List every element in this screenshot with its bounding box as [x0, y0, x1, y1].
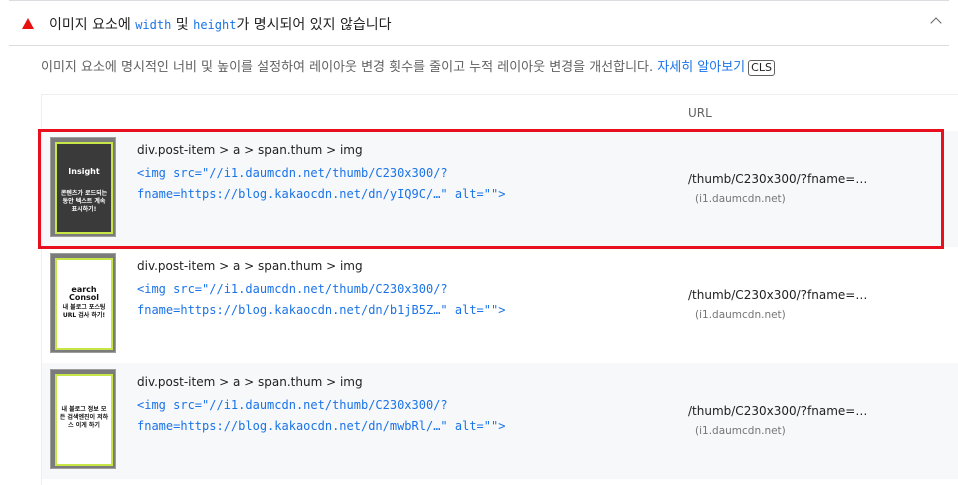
audit-title: 이미지 요소에 width 및 height가 명시되어 있지 않습니다 [49, 14, 391, 34]
node-selector: div.post-item > a > span.thum > img [137, 375, 363, 389]
table-row: Insight 콘텐츠가 로드되는 동안 텍스트 계속 표시하기! div.po… [42, 131, 958, 247]
cls-badge: CLS [748, 60, 775, 76]
audit-title-post: 가 명시되어 있지 않습니다 [236, 17, 392, 33]
url-host: (i1.daumcdn.net) [695, 309, 786, 321]
chevron-up-icon[interactable] [930, 17, 942, 29]
audit-title-pre: 이미지 요소에 [49, 17, 136, 33]
thumbnail-text: 콘텐츠가 로드되는 동안 텍스트 계속 표시하기! [60, 190, 108, 213]
element-thumbnail: Insight 콘텐츠가 로드되는 동안 텍스트 계속 표시하기! [50, 137, 116, 237]
node-snippet[interactable]: <img src="//i1.daumcdn.net/thumb/C230x30… [137, 163, 505, 205]
url-value[interactable]: /thumb/C230x300/?fname=… [688, 288, 867, 302]
url-value[interactable]: /thumb/C230x300/?fname=… [688, 404, 867, 418]
node-selector: div.post-item > a > span.thum > img [137, 259, 363, 273]
node-snippet[interactable]: <img src="//i1.daumcdn.net/thumb/C230x30… [137, 395, 505, 437]
thumbnail-text: 내 블로그 포스팅 URL 검사 하기! [62, 304, 106, 319]
thumbnail-text: 내 블로그 정보 모든 검색엔진이 저하 스 이게 하기 [59, 406, 109, 429]
snippet-line-1: <img src="//i1.daumcdn.net/thumb/C230x30… [137, 166, 448, 180]
url-host: (i1.daumcdn.net) [695, 193, 786, 205]
snippet-line-2: fname=https://blog.kakaocdn.net/dn/yIQ9C… [137, 187, 506, 201]
url-value[interactable]: /thumb/C230x300/?fname=… [688, 172, 867, 186]
snippet-line-2: fname=https://blog.kakaocdn.net/dn/mwbRl… [137, 419, 506, 433]
learn-more-link[interactable]: 자세히 알아보기 [657, 60, 745, 75]
snippet-line-1: <img src="//i1.daumcdn.net/thumb/C230x30… [137, 282, 448, 296]
element-thumbnail: 내 블로그 정보 모든 검색엔진이 저하 스 이게 하기 [50, 369, 116, 469]
audit-description: 이미지 요소에 명시적인 너비 및 높이를 설정하여 레이아웃 변경 횟수를 줄… [41, 56, 775, 76]
thumbnail-heading: earch Consol [68, 285, 100, 302]
audit-header[interactable]: 이미지 요소에 width 및 height가 명시되어 있지 않습니다 [9, 0, 949, 46]
warning-triangle-icon [22, 18, 34, 29]
element-thumbnail: earch Consol 내 블로그 포스팅 URL 검사 하기! [50, 253, 116, 353]
table-row: 내 블로그 정보 모든 검색엔진이 저하 스 이게 하기 div.post-it… [42, 363, 958, 479]
audit-title-code-width: width [135, 18, 172, 32]
url-column-header: URL [688, 106, 712, 120]
url-host: (i1.daumcdn.net) [695, 425, 786, 437]
thumbnail-heading: Insight [68, 167, 100, 176]
audit-title-mid: 및 [171, 17, 194, 33]
snippet-line-1: <img src="//i1.daumcdn.net/thumb/C230x30… [137, 398, 448, 412]
node-snippet[interactable]: <img src="//i1.daumcdn.net/thumb/C230x30… [137, 279, 505, 321]
table-row: earch Consol 내 블로그 포스팅 URL 검사 하기! div.po… [42, 247, 958, 363]
details-table: URL Insight 콘텐츠가 로드되는 동안 텍스트 계속 표시하기! di… [41, 94, 958, 485]
description-text: 이미지 요소에 명시적인 너비 및 높이를 설정하여 레이아웃 변경 횟수를 줄… [41, 60, 658, 75]
audit-title-code-height: height [193, 18, 237, 32]
node-selector: div.post-item > a > span.thum > img [137, 143, 363, 157]
snippet-line-2: fname=https://blog.kakaocdn.net/dn/b1jB5… [137, 303, 506, 317]
